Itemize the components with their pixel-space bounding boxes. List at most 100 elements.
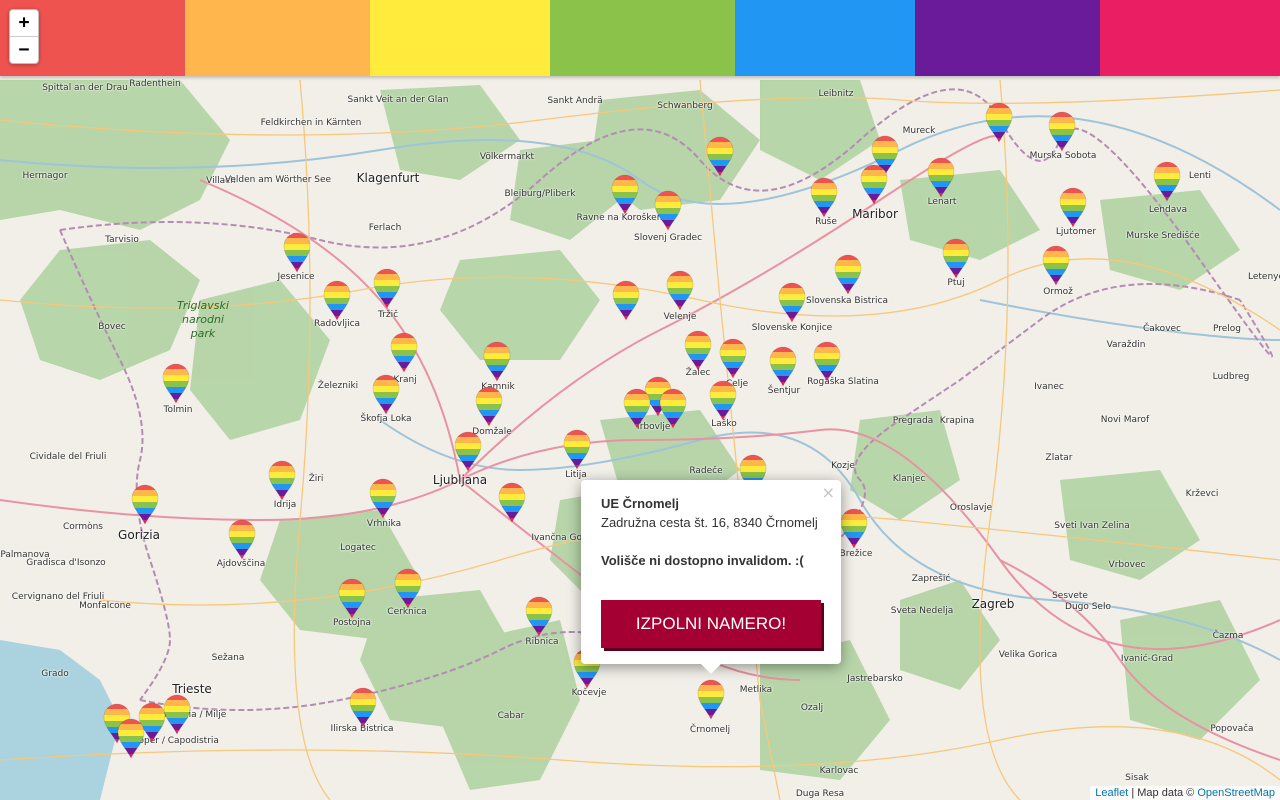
rainbow-pin-marker[interactable] (769, 346, 797, 388)
rainbow-pin-marker[interactable] (985, 102, 1013, 144)
rainbow-pin-marker[interactable] (623, 388, 651, 430)
place-label: Maribor (852, 207, 898, 221)
rainbow-pin-marker[interactable] (268, 460, 296, 502)
rainbow-pin-marker[interactable] (228, 519, 256, 561)
rainbow-stripe (370, 0, 550, 76)
rainbow-pin-marker[interactable] (338, 578, 366, 620)
rainbow-pin-marker[interactable] (372, 374, 400, 416)
place-label: Krževci (1185, 489, 1219, 499)
rainbow-pin-marker[interactable] (684, 330, 712, 372)
place-label: Lenti (1188, 171, 1212, 181)
place-label: Varaždin (1106, 340, 1146, 350)
place-label: Sežana (211, 653, 245, 663)
rainbow-pin-marker[interactable] (369, 478, 397, 520)
place-label: Slovenj Gradec (633, 233, 703, 243)
rainbow-pin-marker[interactable] (927, 157, 955, 199)
popup-tip (701, 664, 721, 674)
rainbow-pin-marker[interactable] (1059, 187, 1087, 229)
place-label: Jastrebarsko (847, 674, 903, 684)
place-label: Ferlach (368, 223, 402, 233)
rainbow-pin-marker[interactable] (709, 380, 737, 422)
place-label: Pregrada (892, 416, 934, 426)
rainbow-pin-marker[interactable] (860, 164, 888, 206)
place-label: Brežice (839, 549, 873, 559)
place-label: Tarvisio (105, 235, 139, 245)
rainbow-pin-marker[interactable] (525, 596, 553, 638)
close-icon[interactable]: × (822, 483, 835, 502)
rainbow-pin-marker[interactable] (659, 388, 687, 430)
place-label: Oroslavje (949, 503, 993, 513)
rainbow-pin-marker[interactable] (394, 568, 422, 610)
rainbow-pin-marker[interactable] (349, 687, 377, 729)
place-label: Ozalj (800, 703, 824, 713)
rainbow-stripe (1100, 0, 1280, 76)
rainbow-pin-marker[interactable] (162, 363, 190, 405)
rainbow-pin-marker[interactable] (117, 718, 145, 760)
rainbow-pin-marker[interactable] (706, 136, 734, 178)
rainbow-pin-marker[interactable] (840, 508, 868, 550)
osm-link[interactable]: OpenStreetMap (1197, 787, 1275, 799)
place-label: Monfalcone (79, 601, 131, 611)
rainbow-pin-marker[interactable] (666, 270, 694, 312)
rainbow-pin-marker[interactable] (719, 338, 747, 380)
place-label: Cormòns (63, 522, 103, 532)
rainbow-pin-marker[interactable] (778, 282, 806, 324)
map-attribution: Leaflet | Map data © OpenStreetMap (1090, 786, 1280, 800)
rainbow-pin-marker[interactable] (813, 341, 841, 383)
rainbow-pin-marker[interactable] (834, 254, 862, 296)
rainbow-pin-marker[interactable] (611, 174, 639, 216)
rainbow-pin-marker[interactable] (1153, 161, 1181, 203)
place-label: Zaprešić (911, 574, 951, 584)
park-label-line: park (190, 327, 216, 340)
place-label: Sveta Nedelja (890, 606, 954, 616)
rainbow-pin-marker[interactable] (942, 238, 970, 280)
attribution-separator: | Map data © (1128, 787, 1198, 799)
place-label: Sisak (1125, 773, 1149, 783)
place-label: Metlika (739, 685, 773, 695)
rainbow-pin-marker[interactable] (283, 232, 311, 274)
place-label: Spittal an der Drau (42, 83, 128, 93)
place-label: Völkermarkt (479, 152, 535, 162)
place-label: Klagenfurt (356, 171, 420, 185)
popup-address: Zadružna cesta št. 16, 8340 Črnomelj (601, 515, 818, 530)
rainbow-pin-marker[interactable] (475, 386, 503, 428)
zoom-in-button[interactable]: + (10, 10, 38, 37)
place-label: Ormož (1043, 287, 1073, 297)
place-label: Velden am Wörther See (224, 175, 332, 185)
place-label: Gradisca d'Isonzo (26, 558, 106, 568)
place-label: Klanjec (892, 474, 926, 484)
place-label: Leibnitz (818, 89, 854, 99)
place-label: Čazma (1212, 631, 1244, 641)
rainbow-pin-marker[interactable] (163, 694, 191, 736)
rainbow-pin-marker[interactable] (390, 332, 418, 374)
rainbow-pin-marker[interactable] (373, 268, 401, 310)
rainbow-pin-marker[interactable] (1042, 245, 1070, 287)
place-label: Grado (41, 669, 69, 679)
place-label: Schwanberg (657, 101, 713, 111)
park-label-line: Triglavski (177, 299, 229, 312)
leaflet-link[interactable]: Leaflet (1095, 787, 1128, 799)
place-label: Sankt Andrä (547, 96, 603, 106)
place-label: Ivanec (1034, 382, 1064, 392)
place-label: Popovača (1210, 724, 1254, 734)
zoom-out-button[interactable]: − (10, 37, 38, 63)
rainbow-pin-marker[interactable] (612, 280, 640, 322)
rainbow-pin-marker[interactable] (697, 679, 725, 721)
place-label: Mureck (902, 126, 936, 136)
place-label: Sankt Veit an der Glan (347, 95, 449, 105)
park-label-line: narodni (182, 313, 224, 326)
rainbow-pin-marker[interactable] (498, 482, 526, 524)
submit-intent-button[interactable]: IZPOLNI NAMERO! (601, 600, 821, 648)
rainbow-pin-marker[interactable] (810, 177, 838, 219)
place-label: Tolmin (163, 405, 193, 415)
rainbow-pin-marker[interactable] (483, 341, 511, 383)
rainbow-pin-marker[interactable] (654, 190, 682, 232)
rainbow-stripe (550, 0, 735, 76)
place-label: Ludbreg (1212, 372, 1250, 382)
rainbow-pin-marker[interactable] (1048, 111, 1076, 153)
rainbow-pin-marker[interactable] (323, 280, 351, 322)
rainbow-pin-marker[interactable] (454, 431, 482, 473)
rainbow-pin-marker[interactable] (563, 429, 591, 471)
rainbow-pin-marker[interactable] (131, 484, 159, 526)
place-label: Slovenske Konjice (751, 323, 833, 333)
